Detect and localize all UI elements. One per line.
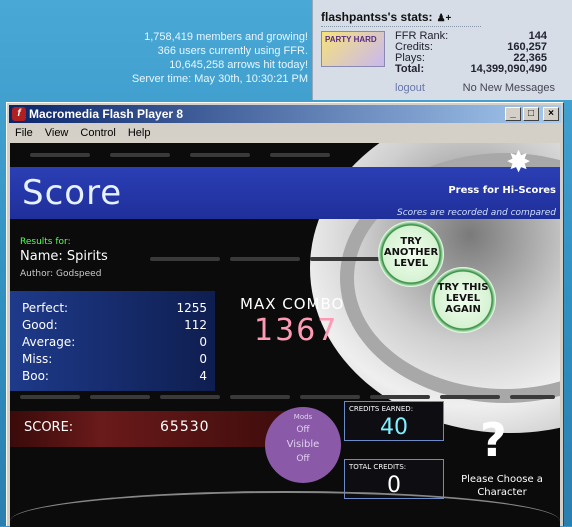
- judge-value: 112: [184, 318, 207, 332]
- judge-label: Boo:: [22, 369, 49, 383]
- menu-view[interactable]: View: [39, 124, 75, 142]
- results-for-label: Results for:: [20, 237, 71, 247]
- character-select-icon[interactable]: ?: [480, 413, 507, 467]
- judge-value: 4: [199, 369, 207, 383]
- window-title: Macromedia Flash Player 8: [29, 107, 184, 121]
- flash-player-window: f Macromedia Flash Player 8 _ □ × File Vi…: [6, 102, 564, 527]
- judge-average: Average: 0: [22, 335, 207, 351]
- stat-label: Total:: [395, 63, 425, 75]
- stat-value: 14,399,090,490: [470, 63, 547, 75]
- mods-indicator: Mods Off Visible Off: [265, 407, 341, 483]
- mods-value-2: Visible: [286, 439, 320, 450]
- judge-label: Good:: [22, 318, 58, 332]
- menu-help[interactable]: Help: [122, 124, 157, 142]
- divider: [321, 26, 481, 27]
- judge-boo: Boo: 4: [22, 369, 207, 385]
- arrows-today: 10,645,258 arrows hit today!: [169, 59, 308, 71]
- maximize-button[interactable]: □: [523, 107, 539, 121]
- runner-icon[interactable]: ✸: [506, 145, 542, 185]
- judge-perfect: Perfect: 1255: [22, 301, 207, 317]
- hi-scores-button[interactable]: Press for Hi-Scores: [448, 185, 556, 196]
- menu-control[interactable]: Control: [74, 124, 121, 142]
- judge-label: Average:: [22, 335, 76, 349]
- credits-earned-box: CREDITS EARNED: 40: [344, 401, 444, 441]
- site-stats: 1,758,419 members and growing! 366 users…: [132, 30, 308, 86]
- close-button[interactable]: ×: [543, 107, 559, 121]
- score-label: SCORE:: [24, 420, 74, 435]
- judge-good: Good: 112: [22, 318, 207, 334]
- server-time: Server time: May 30th, 10:30:21 PM: [131, 73, 308, 85]
- try-level-again-button[interactable]: TRY THIS LEVEL AGAIN: [430, 267, 496, 333]
- mods-title: Mods: [293, 413, 313, 421]
- score-value: 65530: [160, 419, 210, 435]
- minimize-button[interactable]: _: [505, 107, 521, 121]
- mods-value-3: Off: [296, 454, 310, 464]
- user-stats-title-text: flashpantss's stats:: [321, 10, 433, 24]
- credits-earned-value: 40: [380, 415, 408, 440]
- mods-value-1: Off: [296, 425, 310, 435]
- total-credits-label: TOTAL CREDITS:: [349, 463, 407, 471]
- judge-label: Perfect:: [22, 301, 69, 315]
- judge-label: Miss:: [22, 352, 53, 366]
- game-canvas: Score ✸ Press for Hi-Scores Scores are r…: [10, 143, 560, 527]
- judge-miss: Miss: 0: [22, 352, 207, 368]
- logout-link[interactable]: logout: [395, 82, 425, 94]
- user-stats-title: flashpantss's stats: ♟+: [321, 10, 451, 24]
- flash-icon: f: [12, 107, 26, 121]
- credits-earned-label: CREDITS EARNED:: [349, 405, 414, 413]
- messages-link[interactable]: No New Messages: [463, 82, 555, 94]
- song-name: Name: Spirits: [20, 249, 108, 264]
- recorded-note: Scores are recorded and compared: [397, 208, 556, 218]
- song-author: Author: Godspeed: [20, 269, 102, 279]
- menu-file[interactable]: File: [9, 124, 39, 142]
- decorative-dashes: [10, 153, 560, 157]
- judge-value: 0: [199, 335, 207, 349]
- members-count: 1,758,419 members and growing!: [144, 31, 308, 43]
- try-another-level-button[interactable]: TRY ANOTHER LEVEL: [378, 221, 444, 287]
- user-stats-panel: flashpantss's stats: ♟+ PARTY HARD FFR Ra…: [312, 0, 572, 100]
- decorative-dashes: [10, 395, 560, 399]
- score-heading: Score: [22, 173, 123, 213]
- menu-bar: File View Control Help: [9, 124, 561, 142]
- avatar[interactable]: PARTY HARD: [321, 31, 385, 67]
- judge-value: 0: [199, 352, 207, 366]
- window-titlebar[interactable]: f Macromedia Flash Player 8 _ □ ×: [9, 105, 561, 123]
- judge-value: 1255: [176, 301, 207, 315]
- add-friend-icon[interactable]: ♟+: [437, 13, 452, 24]
- users-online: 366 users currently using FFR.: [157, 45, 308, 57]
- max-combo-label: MAX COMBO: [240, 295, 345, 313]
- max-combo-value: 1367: [254, 313, 339, 348]
- character-select-label[interactable]: Please Choose a Character: [452, 473, 552, 499]
